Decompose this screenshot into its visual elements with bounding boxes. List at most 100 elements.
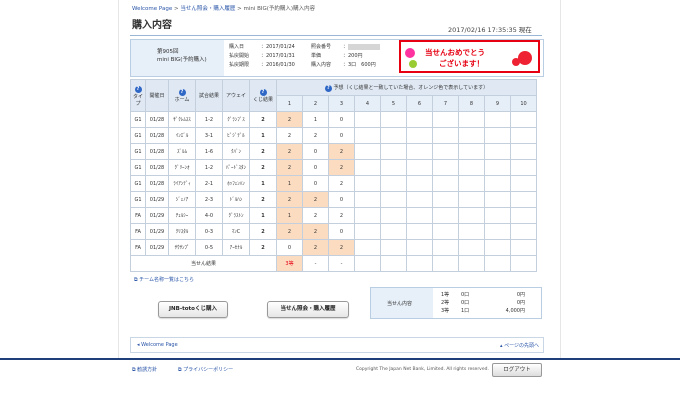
match-date: 01/29 <box>145 207 169 224</box>
match-type: FA <box>130 239 146 256</box>
prediction-cell <box>510 127 537 144</box>
page-nav: ◂ Welcome Page ▴ ページの先頭へ <box>130 337 544 353</box>
prediction-cell: 0 <box>302 175 329 192</box>
page: Welcome Page > 当せん照会・購入履歴 > mini BIG(予約購… <box>0 0 680 408</box>
history-button[interactable]: 当せん照会・購入履歴 <box>267 301 349 318</box>
away-team: ﾏﾝC <box>222 223 250 240</box>
winning-result-cell: 3等 <box>276 255 303 272</box>
home-team: ｼﾞｪﾉｱ <box>168 191 196 208</box>
winning-result-cell: - <box>328 255 355 272</box>
breadcrumb-current: mini BIG(予約購入)購入内容 <box>243 6 316 12</box>
prediction-cell <box>406 111 433 128</box>
col-away: アウェイ <box>222 79 250 112</box>
match-type: G1 <box>130 191 146 208</box>
match-date: 01/28 <box>145 159 169 176</box>
prediction-cell <box>406 175 433 192</box>
congrats-banner: 当せんおめでとう ございます！ <box>399 40 540 73</box>
logout-button[interactable]: ログアウト <box>492 363 542 377</box>
winning-result-cell <box>354 255 381 272</box>
prediction-cell <box>484 239 511 256</box>
prediction-cell: 0 <box>276 239 303 256</box>
policy-link[interactable]: ⧉ 勧誘方針 <box>132 366 157 373</box>
prediction-cell <box>354 175 381 192</box>
prediction-cell <box>484 191 511 208</box>
prediction-cell <box>406 143 433 160</box>
prediction-cell <box>432 143 459 160</box>
prediction-cell <box>354 127 381 144</box>
help-icon[interactable]: ? <box>259 89 267 96</box>
match-score: 3-1 <box>195 127 223 144</box>
flower-icon <box>405 48 415 58</box>
prediction-cell: 2 <box>276 127 303 144</box>
page-top-link[interactable]: ▴ ページの先頭へ <box>500 342 539 349</box>
results-table: ? タイプ 開催日 ? ホーム 試合結果 アウェイ ? くじ結果 ? 予想（くじ結果と… <box>130 79 537 272</box>
prediction-cell <box>510 175 537 192</box>
table-row: G1 01/28 ﾗｲｱﾝﾃﾞｨ 2-1 ﾎｯﾌｪﾝﾊﾝ 1 1 0 2 <box>130 175 537 192</box>
winning-summary: 当せん内容 1等 0口 0円 2等 0口 0円 3等 1口 4,000円 <box>370 287 542 319</box>
team-list-link[interactable]: ⧉ チーム名称一覧はこちら <box>134 276 194 283</box>
prediction-cell <box>458 191 485 208</box>
match-type: FA <box>130 207 146 224</box>
leaf-icon <box>409 60 417 68</box>
table-row: G1 01/28 ｸﾞﾘｰﾝｵ 1-2 ﾊﾟｰﾄﾞｽﾀﾝ 2 2 0 2 <box>130 159 537 176</box>
masked-value <box>348 43 381 50</box>
away-team: ﾎｯﾌｪﾝﾊﾝ <box>222 175 250 192</box>
prediction-col-header: 9 <box>484 95 511 112</box>
prediction-cell <box>354 159 381 176</box>
match-date: 01/28 <box>145 127 169 144</box>
prediction-cell <box>432 207 459 224</box>
prediction-col-header: 2 <box>302 95 329 112</box>
prediction-cell <box>380 207 407 224</box>
prediction-col-header: 7 <box>432 95 459 112</box>
prediction-cell: 0 <box>328 223 355 240</box>
prediction-cell <box>510 239 537 256</box>
prediction-cell: 2 <box>276 223 303 240</box>
table-row: G1 01/28 ｻﾞｸﾚﾑｽｽ 1-2 ｸﾞﾗﾝﾌﾞｽ 2 2 1 0 <box>130 111 537 128</box>
match-score: 4-0 <box>195 207 223 224</box>
home-team: ｽﾞﾙﾑ <box>168 143 196 160</box>
prediction-cell: 1 <box>276 207 303 224</box>
prediction-cell <box>380 239 407 256</box>
summary-rank: 3等 <box>441 308 450 314</box>
prediction-cell: 0 <box>328 191 355 208</box>
prediction-col-header: 4 <box>354 95 381 112</box>
match-score: 0-5 <box>195 239 223 256</box>
lot-result: 1 <box>249 207 277 224</box>
right-divider <box>560 0 561 358</box>
col-result: 試合結果 <box>195 79 223 112</box>
summary-amount: 0円 <box>516 292 525 298</box>
prediction-cell: 0 <box>302 159 329 176</box>
table-row: FA 01/29 ﾁｪﾙｼｰ 4-0 ｸﾞﾗｽﾄﾝ 1 1 2 2 <box>130 207 537 224</box>
privacy-link[interactable]: ⧉ プライバシーポリシー <box>178 366 233 373</box>
copyright: Copyright The Japan Net Bank, Limited. A… <box>356 367 489 372</box>
away-team: ﾋﾞｼﾞﾃﾞﾙ <box>222 127 250 144</box>
prediction-cell: 2 <box>302 191 329 208</box>
help-icon[interactable]: ? <box>324 84 332 92</box>
summary-row: 1等 0口 0円 <box>441 291 525 298</box>
breadcrumb-home-link[interactable]: Welcome Page <box>132 6 172 12</box>
draw-number: 第905回 <box>157 49 179 55</box>
prediction-cell <box>510 111 537 128</box>
help-icon[interactable]: ? <box>134 85 142 93</box>
home-team: ｻｳｻﾝﾌﾟ <box>168 239 196 256</box>
prediction-cell <box>380 223 407 240</box>
summary-row: 3等 1口 4,000円 <box>441 307 525 314</box>
table-row: FA 01/29 ｸﾘｽﾀﾙ 0-3 ﾏﾝC 2 2 2 0 <box>130 223 537 240</box>
toto-buy-button[interactable]: JNB-totoくじ購入 <box>158 301 228 318</box>
prediction-col-header: 1 <box>276 95 303 112</box>
prediction-cell: 2 <box>276 111 303 128</box>
prediction-cell <box>432 223 459 240</box>
prediction-col-header: 8 <box>458 95 485 112</box>
purchase-info-box: 第905回 mini BIG(予約購入) 購入日 ：2017/01/24 払戻開始… <box>130 39 544 77</box>
winning-result-label: 当せん結果 <box>130 255 277 272</box>
summary-amount: 4,000円 <box>505 308 525 314</box>
prediction-cell: 1 <box>276 175 303 192</box>
match-type: G1 <box>130 127 146 144</box>
welcome-link[interactable]: ◂ Welcome Page <box>137 342 178 348</box>
congrats-line2: ございます！ <box>439 59 484 68</box>
unit-price: 単価 ：200円 <box>311 53 363 59</box>
help-icon[interactable]: ? <box>178 89 186 96</box>
breadcrumb-history-link[interactable]: 当せん照会・購入履歴 <box>180 6 235 12</box>
reference-number: 照会番号： <box>311 43 381 50</box>
prediction-col-header: 5 <box>380 95 407 112</box>
